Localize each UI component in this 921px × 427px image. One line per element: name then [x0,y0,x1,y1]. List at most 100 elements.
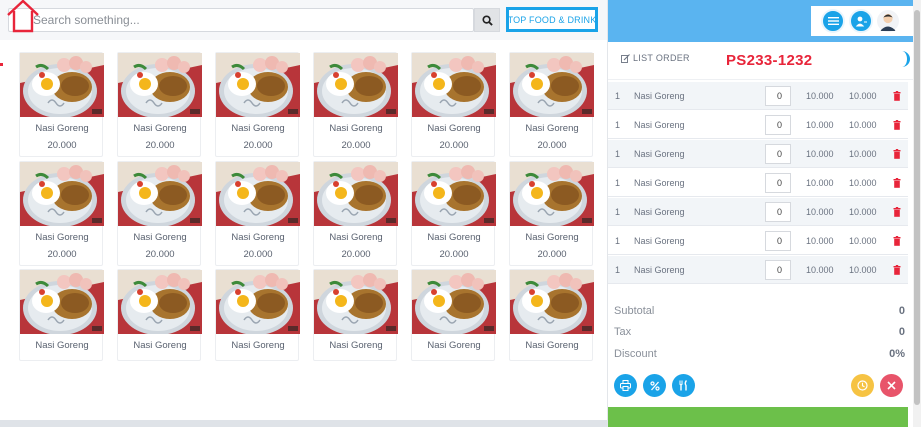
trash-icon[interactable] [893,120,901,130]
product-name: Nasi Goreng [35,123,89,134]
order-unit-price: 10.000 [806,91,834,101]
product-image [510,270,594,334]
order-item-name: Nasi Goreng [634,265,685,275]
avatar[interactable] [876,9,900,33]
scrollbar-thumb[interactable] [914,10,920,405]
category-button[interactable]: TOP FOOD & DRINK [506,7,598,32]
order-item-name: Nasi Goreng [634,207,685,217]
order-row: 1 Nasi Goreng 10.000 10.000 [608,198,908,226]
order-panel: LIST ORDER PS233-1232 1 Nasi Goreng 10.0… [607,0,914,427]
product-name: Nasi Goreng [231,340,285,351]
dine-in-button[interactable] [672,374,695,397]
product-card[interactable]: Nasi Goreng [411,269,496,361]
avatar-icon [877,10,899,32]
product-image [216,53,300,117]
product-card[interactable]: Nasi Goreng 20.000 [215,161,300,266]
product-card[interactable]: Nasi Goreng 20.000 [215,52,300,157]
product-card[interactable]: Nasi Goreng [19,269,104,361]
product-card[interactable]: Nasi Goreng 20.000 [19,161,104,266]
print-button[interactable] [614,374,637,397]
subtotal-label: Subtotal [614,305,655,317]
product-image [20,270,104,334]
trash-icon[interactable] [893,91,901,101]
product-name: Nasi Goreng [427,232,481,243]
cancel-order-button[interactable] [880,374,903,397]
print-icon [620,380,631,391]
product-card[interactable]: Nasi Goreng [313,269,398,361]
order-code: PS233-1232 [726,52,813,69]
order-row: 1 Nasi Goreng 10.000 10.000 [608,111,908,139]
order-line-total: 10.000 [849,91,877,101]
product-card[interactable]: Nasi Goreng 20.000 [411,161,496,266]
product-image [118,162,202,226]
product-price: 20.000 [47,249,77,260]
order-row: 1 Nasi Goreng 10.000 10.000 [608,140,908,168]
trash-icon[interactable] [893,149,901,159]
product-card[interactable]: Nasi Goreng [117,269,202,361]
product-card[interactable]: Nasi Goreng 20.000 [19,52,104,157]
order-unit-price: 10.000 [806,120,834,130]
bottom-strip [0,420,607,427]
product-name: Nasi Goreng [427,340,481,351]
product-card[interactable]: Nasi Goreng 20.000 [313,52,398,157]
order-qty: 1 [615,207,621,217]
order-item-input[interactable] [765,202,791,222]
order-unit-price: 10.000 [806,236,834,246]
product-name: Nasi Goreng [427,123,481,134]
product-card[interactable]: Nasi Goreng 20.000 [509,52,594,157]
home-outline-icon [7,0,39,33]
product-card[interactable]: Nasi Goreng 20.000 [509,161,594,266]
product-image [118,53,202,117]
trash-icon[interactable] [893,178,901,188]
order-item-input[interactable] [765,231,791,251]
product-name: Nasi Goreng [231,123,285,134]
product-image [216,270,300,334]
list-order-label: LIST ORDER [621,53,690,63]
product-card[interactable]: Nasi Goreng [215,269,300,361]
pos-app: TOP FOOD & DRINK Nasi Goreng 20.000 [0,0,921,427]
order-item-input[interactable] [765,173,791,193]
search-input[interactable] [8,8,474,32]
product-name: Nasi Goreng [329,232,383,243]
discount-value: 0% [889,348,905,360]
product-card[interactable]: Nasi Goreng 20.000 [117,161,202,266]
close-icon [887,381,896,390]
edge-marker [0,63,3,66]
pay-button[interactable] [608,407,908,427]
order-row: 1 Nasi Goreng 10.000 10.000 [608,227,908,255]
trash-icon[interactable] [893,207,901,217]
search-button[interactable] [474,8,500,32]
order-item-name: Nasi Goreng [634,178,685,188]
product-image [216,162,300,226]
product-card[interactable]: Nasi Goreng [509,269,594,361]
order-item-input[interactable] [765,86,791,106]
add-customer-button[interactable] [849,9,873,33]
discount-button[interactable] [643,374,666,397]
order-item-input[interactable] [765,260,791,280]
order-item-name: Nasi Goreng [634,149,685,159]
order-row: 1 Nasi Goreng 10.000 10.000 [608,82,908,110]
order-line-total: 10.000 [849,207,877,217]
product-image [20,162,104,226]
list-icon [827,17,839,25]
page-scrollbar[interactable] [913,0,921,427]
cutlery-icon [678,380,687,391]
trash-icon[interactable] [893,236,901,246]
order-unit-price: 10.000 [806,265,834,275]
hold-button[interactable] [851,374,874,397]
product-price: 20.000 [537,249,567,260]
product-price: 20.000 [243,140,273,151]
product-card[interactable]: Nasi Goreng 20.000 [117,52,202,157]
menu-button[interactable] [821,9,845,33]
percent-icon [649,380,660,391]
product-card[interactable]: Nasi Goreng 20.000 [411,52,496,157]
order-unit-price: 10.000 [806,207,834,217]
order-qty: 1 [615,120,621,130]
order-row: 1 Nasi Goreng 10.000 10.000 [608,256,908,284]
product-card[interactable]: Nasi Goreng 20.000 [313,161,398,266]
trash-icon[interactable] [893,265,901,275]
order-item-input[interactable] [765,144,791,164]
order-line-total: 10.000 [849,178,877,188]
product-image [510,162,594,226]
order-item-input[interactable] [765,115,791,135]
